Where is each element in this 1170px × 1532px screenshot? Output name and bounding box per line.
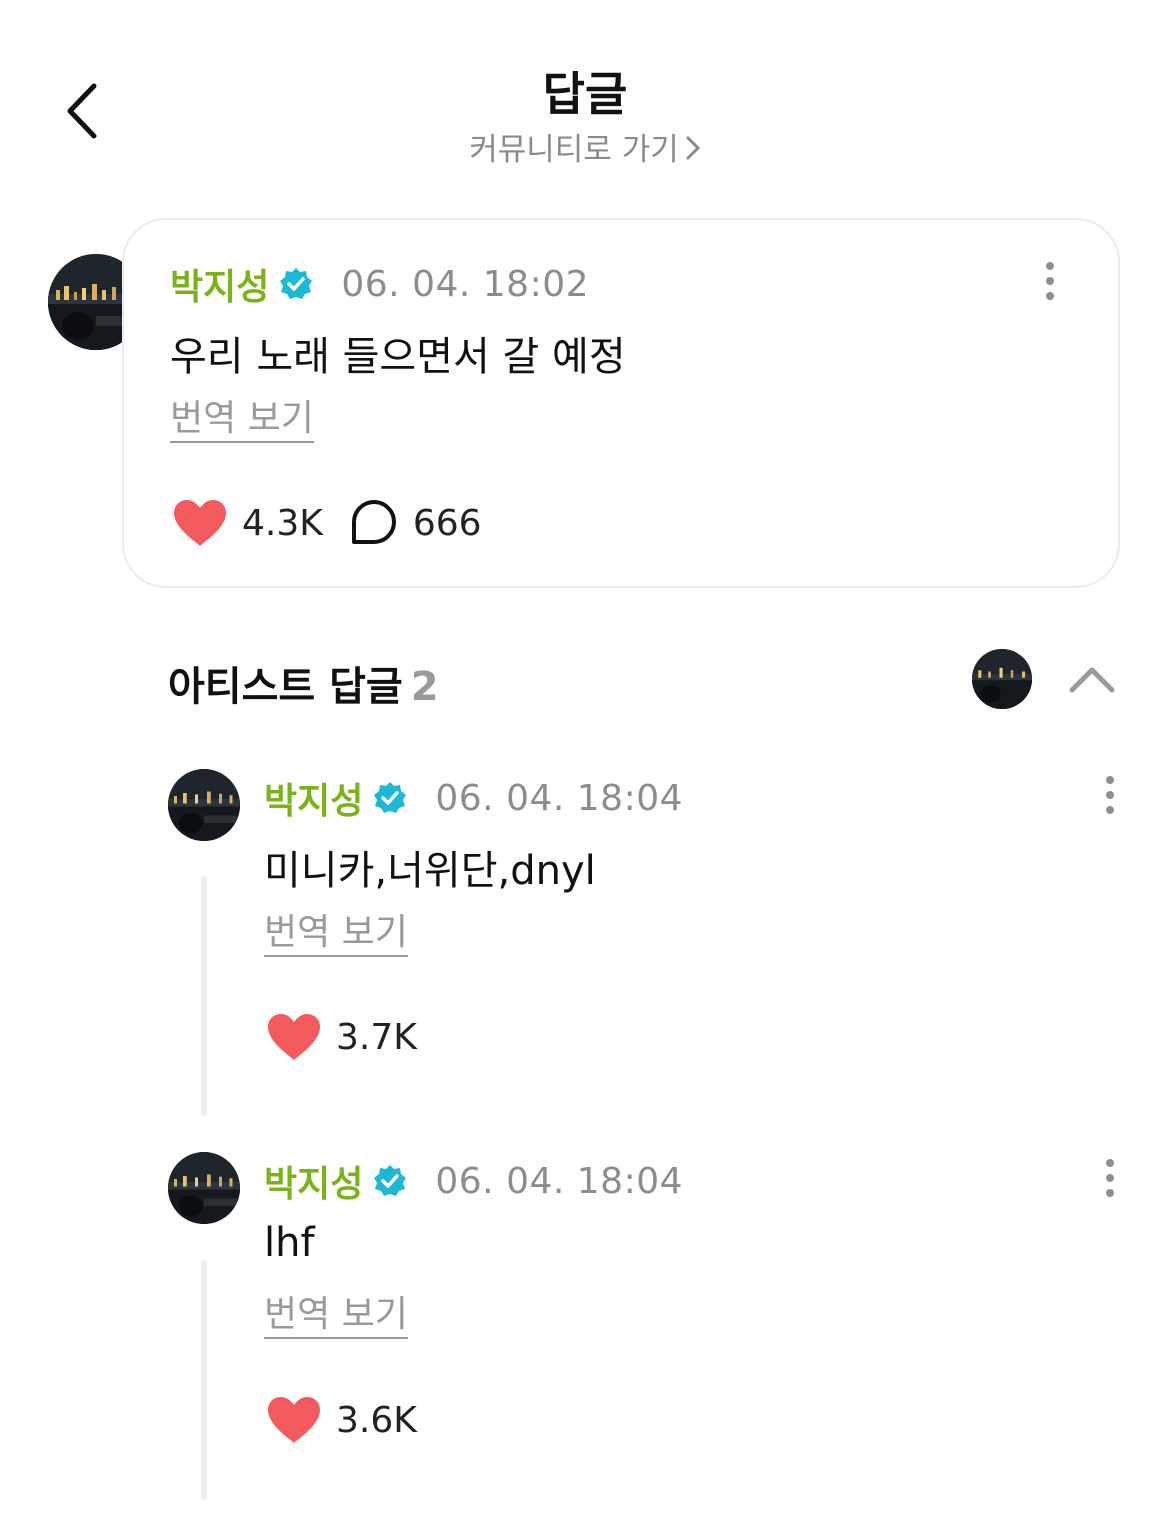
reply-text: lhf	[264, 1220, 315, 1266]
avatar[interactable]	[168, 769, 240, 841]
verified-badge-icon	[280, 268, 313, 299]
reply-author-row: 박지성 06. 04. 18:04	[264, 1155, 683, 1207]
post-text: 우리 노래 들으면서 갈 예정	[170, 334, 626, 380]
like-count: 4.3K	[242, 502, 323, 544]
dot	[1046, 292, 1054, 300]
post-more-button[interactable]	[1038, 258, 1062, 306]
dot	[1106, 1189, 1114, 1197]
artist-replies-header: 아티스트 답글 2	[168, 654, 439, 712]
heart-icon[interactable]	[266, 1012, 322, 1062]
avatar[interactable]	[168, 1152, 240, 1224]
post-card: 박지성 06. 04. 18:02 우리 노래 들으면서 갈 예정 번역 보기 …	[122, 218, 1120, 588]
translate-link[interactable]: 번역 보기	[264, 912, 408, 958]
translate-link[interactable]: 번역 보기	[170, 398, 314, 444]
thread-line	[201, 1260, 207, 1500]
avatar-photo	[972, 649, 1032, 709]
dot	[1106, 1174, 1114, 1182]
author-name[interactable]: 박지성	[264, 1155, 363, 1207]
replies-page: 답글 커뮤니티로 가기 박지성 06. 04. 18:02 우리 노래 들으면서…	[0, 0, 1170, 1532]
comment-bubble-icon[interactable]	[349, 498, 399, 548]
reply-stats-row: 3.6K	[266, 1395, 417, 1445]
post-author-row: 박지성 06. 04. 18:02	[170, 258, 589, 310]
dot	[1046, 262, 1054, 270]
page-title: 답글	[542, 67, 628, 121]
post-stats-row: 4.3K 666	[172, 498, 482, 548]
reply-more-button[interactable]	[1098, 1155, 1122, 1203]
dot	[1106, 776, 1114, 784]
dot	[1106, 1159, 1114, 1167]
reply-stats-row: 3.7K	[266, 1012, 417, 1062]
author-name[interactable]: 박지성	[170, 258, 269, 310]
avatar-photo	[168, 769, 240, 841]
avatar[interactable]	[972, 649, 1032, 709]
reply-text: 미니카,너위단,dnyl	[264, 848, 596, 894]
translate-link[interactable]: 번역 보기	[264, 1294, 408, 1340]
avatar-photo	[168, 1152, 240, 1224]
reply-more-button[interactable]	[1098, 772, 1122, 820]
heart-icon[interactable]	[172, 498, 228, 548]
like-count: 3.6K	[336, 1399, 417, 1441]
thread-line	[201, 876, 207, 1116]
community-link-label: 커뮤니티로 가기	[469, 132, 679, 168]
chevron-right-icon	[686, 136, 700, 160]
post-timestamp: 06. 04. 18:02	[341, 263, 590, 305]
reply-timestamp: 06. 04. 18:04	[435, 777, 684, 819]
comment-count: 666	[412, 502, 482, 544]
author-name[interactable]: 박지성	[264, 772, 363, 824]
community-link[interactable]: 커뮤니티로 가기	[0, 124, 1170, 169]
reply-author-row: 박지성 06. 04. 18:04	[264, 772, 683, 824]
verified-badge-icon	[374, 1165, 407, 1196]
dot	[1046, 277, 1054, 285]
reply-count: 2	[410, 664, 439, 710]
verified-badge-icon	[374, 782, 407, 813]
dot	[1106, 806, 1114, 814]
dot	[1106, 791, 1114, 799]
section-title: 아티스트 답글	[168, 664, 403, 710]
like-count: 3.7K	[336, 1016, 417, 1058]
heart-icon[interactable]	[266, 1395, 322, 1445]
reply-timestamp: 06. 04. 18:04	[435, 1160, 684, 1202]
chevron-up-icon[interactable]	[1066, 660, 1118, 700]
